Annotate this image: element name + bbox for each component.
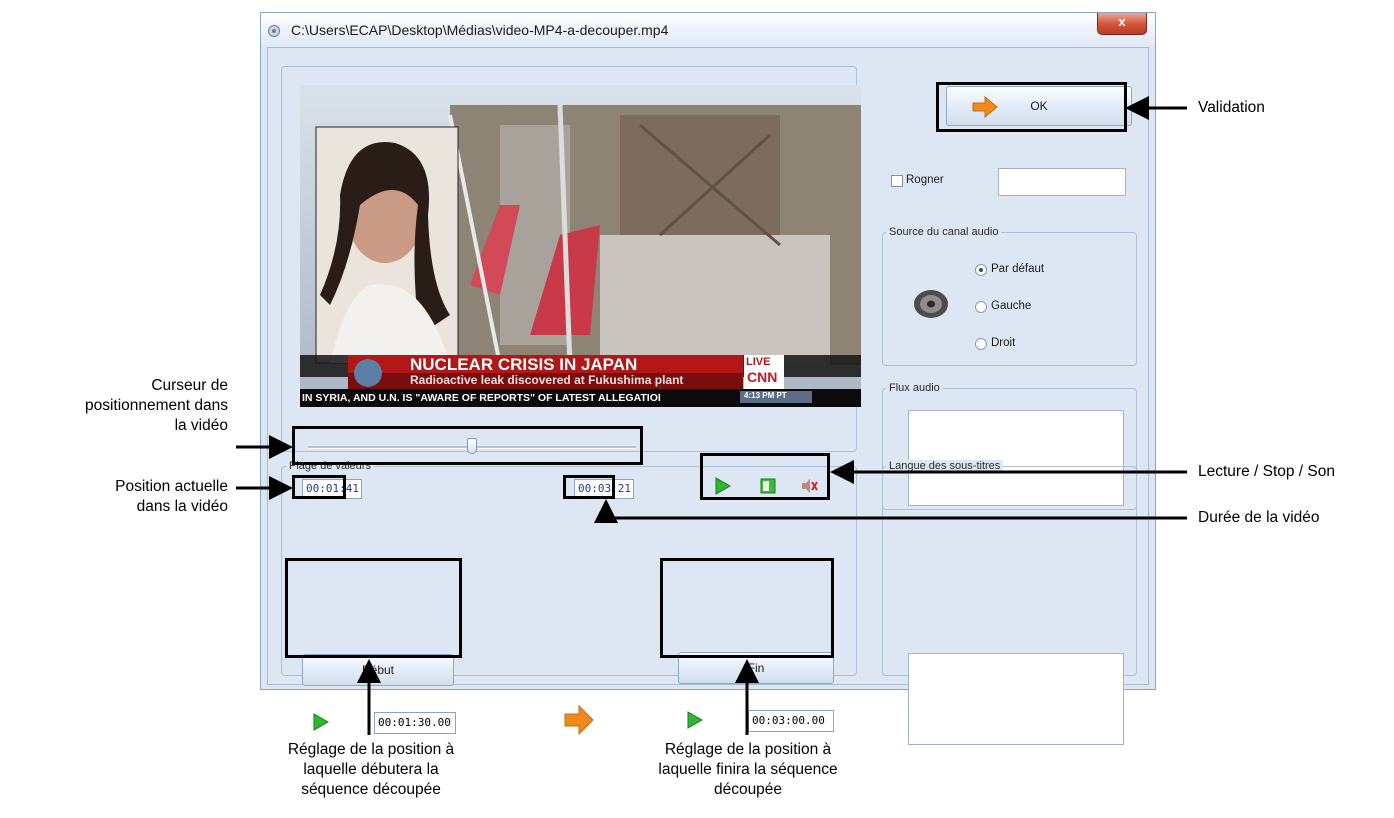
annotation-start-line: laquelle débutera la — [303, 761, 439, 778]
annotation-cursor-line: la vidéo — [174, 417, 228, 434]
annotation-end-line: laquelle finira la séquence — [658, 761, 838, 778]
annotation-end-setting: Réglage de la position à laquelle finira… — [598, 740, 898, 800]
annotation-cursor: Curseur de positionnement dans la vidéo — [0, 376, 228, 436]
annotation-end-line: Réglage de la position à — [664, 741, 832, 758]
annotation-controls: Lecture / Stop / Son — [1198, 463, 1336, 480]
annotation-start-line: séquence découpée — [301, 781, 441, 798]
annotation-start-line: Réglage de la position à — [287, 741, 455, 758]
annotation-start-setting: Réglage de la position à laquelle débute… — [236, 740, 506, 800]
annotation-duration: Durée de la vidéo — [1198, 509, 1320, 526]
annotation-cursor-line: positionnement dans — [84, 397, 228, 414]
annotation-cursor-line: Curseur de — [151, 377, 228, 394]
annotation-validation: Validation — [1198, 99, 1265, 116]
annotation-position-line: Position actuelle — [115, 478, 228, 495]
annotation-end-line: découpée — [713, 781, 783, 798]
annotation-position: Position actuelle dans la vidéo — [0, 477, 228, 517]
annotation-position-line: dans la vidéo — [136, 498, 228, 515]
